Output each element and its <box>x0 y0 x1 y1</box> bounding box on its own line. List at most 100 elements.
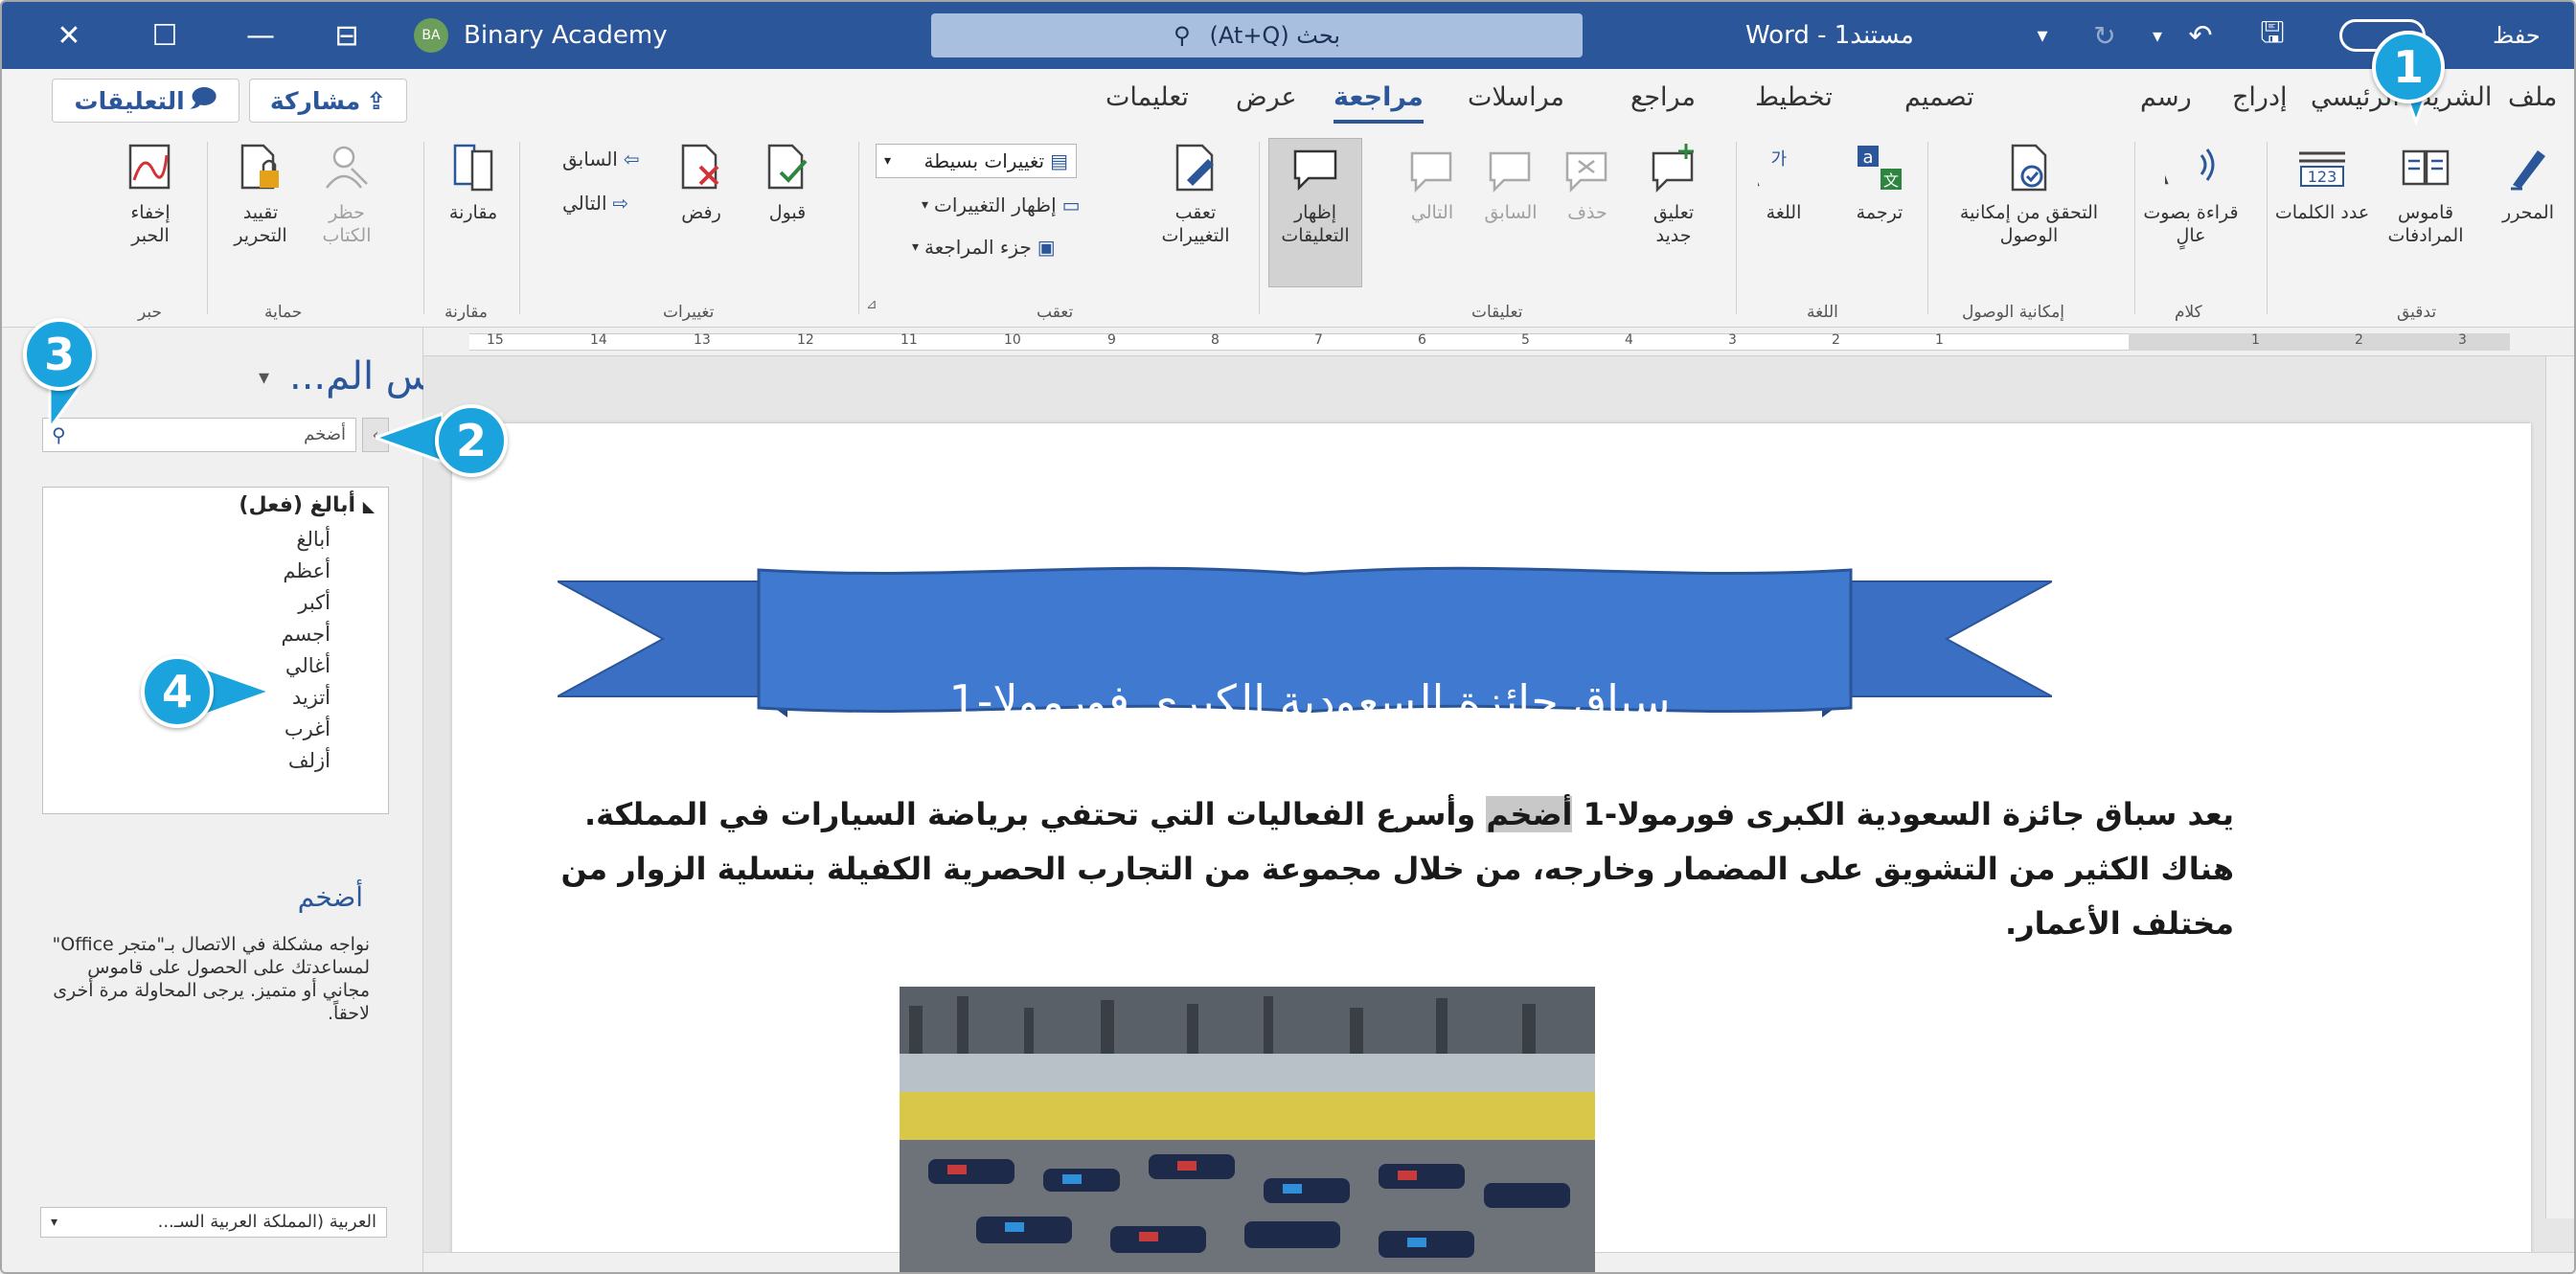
thesaurus-label: قاموس المرادفات <box>2387 202 2464 246</box>
tab-file[interactable]: ملف <box>2508 82 2557 112</box>
tab-draw[interactable]: رسم <box>2140 82 2192 112</box>
divider <box>423 142 424 314</box>
tab-layout[interactable]: تخطيط <box>1755 82 1833 112</box>
language-select[interactable]: العربية (المملكة العربية السـ... ▾ <box>40 1207 387 1238</box>
list-item[interactable]: أزلف <box>281 745 331 777</box>
document-title: Word - مستند1 <box>1745 21 1914 50</box>
comments-button[interactable]: 🗩 التعليقات <box>52 79 239 123</box>
markup-value: تغييرات بسيطة <box>923 149 1045 172</box>
horizontal-ruler[interactable]: 15 14 13 12 11 10 9 8 7 6 5 4 3 2 1 1 2 … <box>423 328 2574 356</box>
word-window: ✕ ☐ — ⊟ BA Binary Academy ⚲ بحث (At+Q) W… <box>0 0 2576 1274</box>
customize-qat-icon[interactable]: ▾ <box>2023 2 2062 69</box>
hide-ink-button[interactable]: إخفاء الحبر <box>107 140 194 247</box>
show-markup-icon: ▭ <box>1061 193 1081 216</box>
block-authors-button[interactable]: حظر الكتاب <box>308 140 385 247</box>
undo-dropdown-icon[interactable]: ▾ <box>2138 2 2177 69</box>
svg-text:123: 123 <box>2308 168 2337 186</box>
share-label: مشاركة <box>269 86 361 115</box>
undo-icon[interactable]: ↶ <box>2177 2 2224 69</box>
previous-change-label: السابق <box>562 148 618 171</box>
dialog-launcher-icon[interactable]: ⊿ <box>866 297 878 312</box>
list-item[interactable]: أغالي <box>281 650 331 682</box>
language-icon: A가 <box>1756 140 1812 195</box>
comments-label: التعليقات <box>74 86 185 115</box>
list-item[interactable]: أعظم <box>281 556 331 587</box>
list-item[interactable]: أغرب <box>281 714 331 745</box>
redo-icon[interactable]: ↻ <box>2081 2 2129 69</box>
user-name[interactable]: Binary Academy <box>464 2 668 69</box>
next-change-button[interactable]: ⇨ التالي <box>562 192 628 215</box>
show-markup-label: إظهار التغييرات <box>934 193 1057 216</box>
title-bar: ✕ ☐ — ⊟ BA Binary Academy ⚲ بحث (At+Q) W… <box>2 2 2574 69</box>
callout-1: 1 <box>2372 31 2445 103</box>
tab-references[interactable]: مراجع <box>1630 82 1696 112</box>
svg-text:가: 가 <box>1770 149 1787 170</box>
restrict-editing-button[interactable]: تقييد التحرير <box>222 140 299 247</box>
list-item[interactable]: أتزيد <box>281 682 331 714</box>
vertical-scrollbar[interactable] <box>2545 356 2574 1218</box>
ruler-tick: 15 <box>487 332 504 348</box>
ruler-tick: 6 <box>1418 332 1426 348</box>
synonym-group-header[interactable]: ◣ أبالغ (فعل) <box>239 493 375 517</box>
show-markup-button[interactable]: ▭ إظهار التغييرات ▾ <box>922 193 1081 216</box>
list-item[interactable]: أكبر <box>281 587 331 619</box>
new-comment-label: تعليق جديد <box>1653 202 1695 246</box>
new-comment-button[interactable]: تعليق جديد <box>1630 140 1717 247</box>
ruler-ticks: 15 14 13 12 11 10 9 8 7 6 5 4 3 2 1 1 2 … <box>469 332 2510 351</box>
chevron-down-icon[interactable]: ▾ <box>259 366 269 390</box>
group-tracking: تعقب <box>1037 303 1074 322</box>
word-count-button[interactable]: 123 عدد الكلمات <box>2274 140 2370 224</box>
avatar[interactable]: BA <box>414 18 448 53</box>
next-comment-button[interactable]: التالي <box>1399 140 1466 224</box>
delete-comment-button[interactable]: حذف <box>1554 140 1621 224</box>
tab-view[interactable]: عرض <box>1236 82 1297 112</box>
accessibility-check-icon <box>2001 140 2057 195</box>
language-button[interactable]: A가 اللغة <box>1745 140 1822 224</box>
show-comments-icon <box>1288 140 1343 195</box>
translate-button[interactable]: a文 ترجمة <box>1841 140 1918 224</box>
read-aloud-button[interactable]: A قراءة بصوت عالٍ <box>2138 140 2244 247</box>
tab-review[interactable]: مراجعة <box>1334 82 1424 124</box>
maximize-icon[interactable]: ☐ <box>136 2 194 69</box>
compare-button[interactable]: مقارنة <box>435 140 512 224</box>
tab-mailings[interactable]: مراسلات <box>1468 82 1564 112</box>
thesaurus-button[interactable]: قاموس المرادفات <box>2378 140 2473 247</box>
divider <box>1736 142 1737 314</box>
callout-3: 3 <box>23 318 96 391</box>
group-protect: حماية <box>264 303 303 322</box>
search-box[interactable]: ⚲ بحث (At+Q) <box>931 13 1583 57</box>
new-comment-icon <box>1646 140 1701 195</box>
list-item[interactable]: أجسم <box>281 619 331 650</box>
track-changes-button[interactable]: تعقب التغييرات <box>1148 140 1243 247</box>
divider <box>207 142 208 314</box>
race-photo[interactable] <box>900 987 1595 1272</box>
divider <box>1927 142 1928 314</box>
markup-dropdown[interactable]: ▤ تغييرات بسيطة ▾ <box>876 144 1077 178</box>
close-icon[interactable]: ✕ <box>40 2 98 69</box>
svg-text:a: a <box>1862 148 1873 168</box>
check-accessibility-button[interactable]: التحقق من إمكانية الوصول <box>1933 140 2125 247</box>
share-button[interactable]: ⇪ مشاركة <box>249 79 407 123</box>
reject-button[interactable]: رفض <box>663 140 740 224</box>
previous-change-button[interactable]: ⇦ السابق <box>562 148 640 171</box>
show-comments-content[interactable]: إظهار التعليقات <box>1272 140 1358 247</box>
svg-text:A: A <box>2165 146 2169 193</box>
tab-help[interactable]: تعليمات <box>1106 82 1189 112</box>
previous-comment-button[interactable]: السابق <box>1477 140 1544 224</box>
body-paragraph[interactable]: يعد سباق جائزة السعودية الكبرى فورمولا-1… <box>519 787 2234 951</box>
tab-insert[interactable]: إدراج <box>2232 82 2288 112</box>
tab-design[interactable]: تصميم <box>1904 82 1974 112</box>
block-authors-icon <box>319 140 375 195</box>
editor-button[interactable]: المحرر <box>2485 140 2571 224</box>
accept-button[interactable]: قبول <box>749 140 826 224</box>
ribbon-display-icon[interactable]: ⊟ <box>318 2 376 69</box>
minimize-icon[interactable]: — <box>232 2 289 69</box>
reviewing-pane-button[interactable]: ▣ جزء المراجعة ▾ <box>912 236 1056 259</box>
ruler-tick: 7 <box>1314 332 1323 348</box>
collapse-triangle-icon[interactable]: ◣ <box>363 497 375 515</box>
highlighted-word[interactable]: أضخم <box>1486 796 1573 832</box>
list-item[interactable]: أبالغ <box>281 524 331 556</box>
compare-label: مقارنة <box>448 202 498 223</box>
save-icon[interactable]: 🖫 <box>2244 2 2301 69</box>
chevron-down-icon: ▾ <box>912 239 920 255</box>
